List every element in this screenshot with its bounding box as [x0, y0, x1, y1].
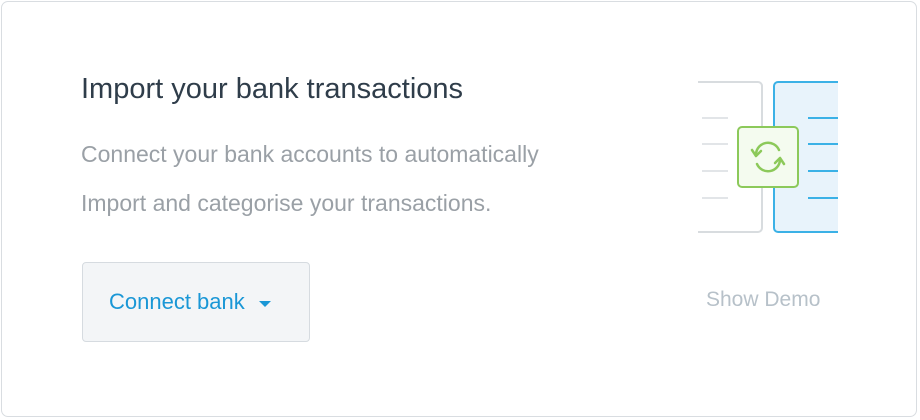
sync-icon [737, 126, 799, 188]
connect-bank-button[interactable]: Connect bank [82, 262, 310, 342]
bank-sync-illustration-graphic [677, 81, 865, 233]
connect-bank-label: Connect bank [109, 289, 245, 314]
bank-sync-illustration [677, 80, 865, 236]
card-title: Import your bank transactions [81, 73, 464, 105]
bank-import-card: Import your bank transactions Connect yo… [1, 1, 917, 417]
caret-down-icon [258, 300, 271, 307]
card-description-line-2: Import and categorise your transactions. [81, 190, 492, 216]
card-description-line-1: Connect your bank accounts to automatica… [81, 141, 539, 167]
show-demo-link[interactable]: Show Demo [706, 288, 820, 312]
